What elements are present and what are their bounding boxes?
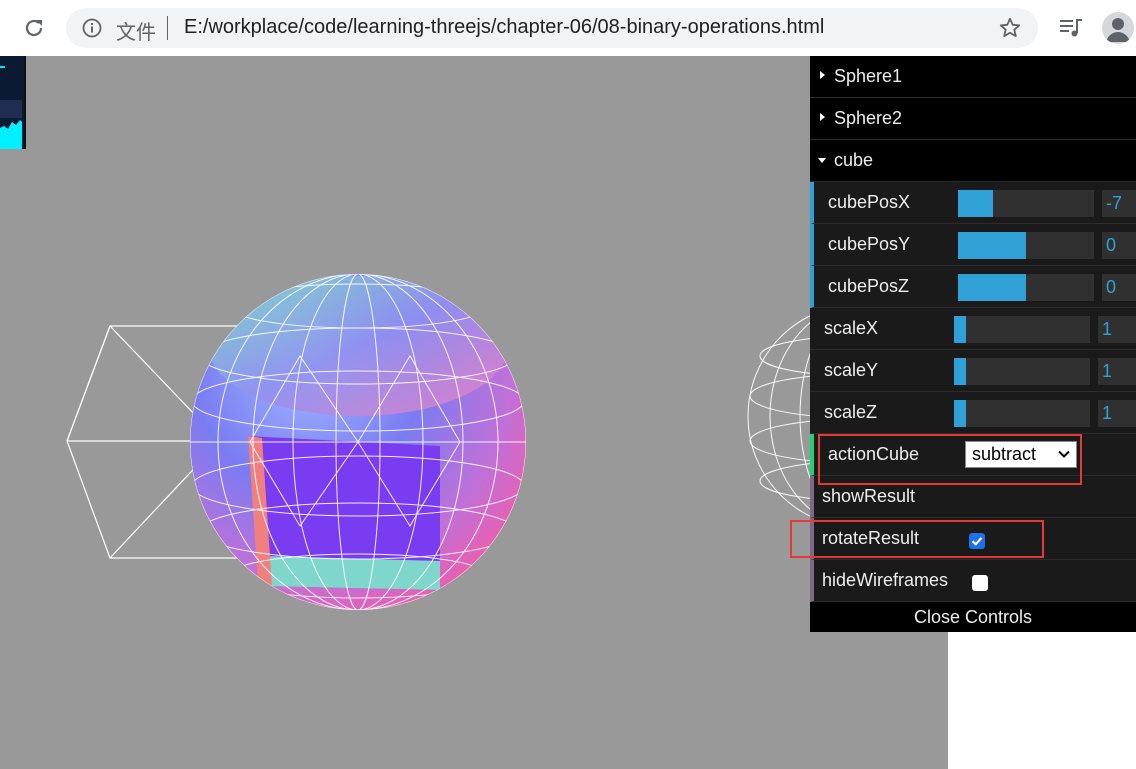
profile-person-icon [1106,18,1130,42]
control-label: scaleX [824,318,879,338]
caret-right-icon [820,113,825,121]
cubeposy-input[interactable]: 0 [1102,232,1136,259]
control-scaley: scaleY 1 [810,350,1136,392]
scaley-input[interactable]: 1 [1098,358,1136,385]
control-label: cubePosX [828,192,911,212]
slider-fill [958,274,1026,301]
folder-title: cube [834,150,874,170]
slider-fill [954,316,967,343]
control-label: cubePosY [828,234,911,254]
control-label: cubePosZ [828,276,910,296]
bookmark-star-icon[interactable] [998,16,1022,40]
address-bar[interactable]: 文件 E:/workplace/code/learning-threejs/ch… [66,8,1038,48]
scaley-slider[interactable] [954,358,1090,385]
scalex-slider[interactable] [954,316,1090,343]
reload-icon[interactable] [22,16,46,40]
folder-title: Sphere2 [834,108,903,128]
scalez-input[interactable]: 1 [1098,400,1136,427]
control-label: scaleZ [824,402,878,422]
browser-toolbar: 文件 E:/workplace/code/learning-threejs/ch… [0,0,1136,56]
control-label: showResult [822,486,916,506]
cubeposy-slider[interactable] [958,232,1094,259]
folder-cube[interactable]: cube [810,140,1136,182]
control-scalex: scaleX 1 [810,308,1136,350]
stats-graph [0,66,22,149]
info-icon[interactable] [82,18,102,38]
hidewireframes-checkbox[interactable] [972,575,988,591]
control-hidewireframes: hideWireframes [810,560,1136,602]
slider-fill [958,190,994,217]
control-label: scaleY [824,360,879,380]
control-cubeposz: cubePosZ 0 [810,266,1136,308]
highlight-box-actioncube [818,434,1082,485]
highlight-box-rotateresult [790,520,1044,558]
folder-sphere1[interactable]: Sphere1 [810,56,1136,98]
scalex-input[interactable]: 1 [1098,316,1136,343]
close-controls-button[interactable]: Close Controls [810,602,1136,632]
scene-render [66,274,948,610]
slider-fill [958,232,1026,259]
media-playlist-icon[interactable] [1058,16,1084,40]
cubeposz-slider[interactable] [958,274,1094,301]
result-sphere [190,274,526,610]
url-separator [167,16,168,40]
cubeposz-input[interactable]: 0 [1102,274,1136,301]
control-label: hideWireframes [822,570,949,590]
cubeposx-input[interactable]: -7 [1102,190,1136,217]
fps-stats-panel[interactable] [0,56,26,149]
url-text[interactable]: E:/workplace/code/learning-threejs/chapt… [184,16,824,39]
profile-avatar[interactable] [1102,12,1134,44]
control-cubeposx: cubePosX -7 [810,182,1136,224]
control-scalez: scaleZ 1 [810,392,1136,434]
webgl-viewport[interactable] [0,56,948,769]
control-cubeposy: cubePosY 0 [810,224,1136,266]
folder-title: Sphere1 [834,66,903,86]
folder-sphere2[interactable]: Sphere2 [810,98,1136,140]
scalez-slider[interactable] [954,400,1090,427]
cubeposx-slider[interactable] [958,190,1094,217]
slider-fill [954,358,967,385]
slider-fill [954,400,967,427]
caret-right-icon [820,71,825,79]
scheme-label: 文件 [116,22,156,44]
caret-down-icon [818,158,826,163]
